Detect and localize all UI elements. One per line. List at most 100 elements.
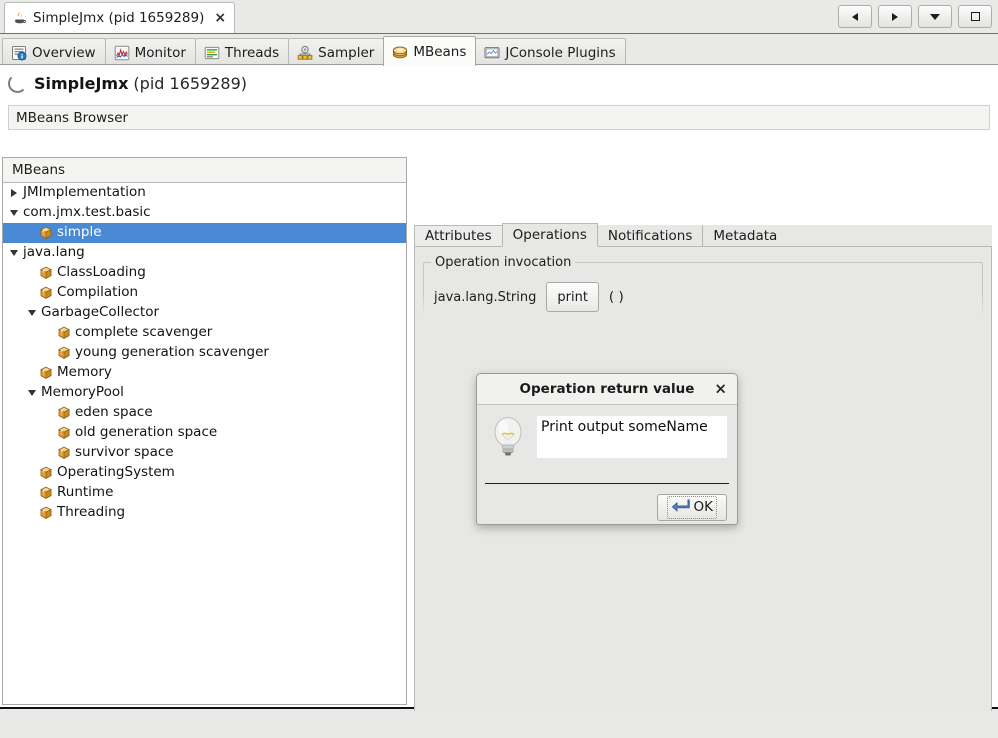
tree-node[interactable]: Memory — [3, 363, 406, 383]
document-tab-simplejmx[interactable]: SimpleJmx (pid 1659289) × — [4, 2, 236, 33]
operation-return-type: java.lang.String — [434, 289, 537, 305]
mbean-icon — [39, 486, 53, 500]
enter-key-icon — [671, 498, 690, 517]
jconsole-window: SimpleJmx (pid 1659289) × Overview Monito… — [0, 0, 998, 738]
maximize-button[interactable] — [958, 5, 992, 28]
mbean-icon — [39, 506, 53, 520]
tree-node[interactable]: MemoryPool — [3, 383, 406, 403]
dialog-ok-button[interactable]: OK — [656, 493, 727, 521]
chevron-down-icon[interactable] — [7, 210, 21, 216]
tab-label: Overview — [32, 44, 96, 61]
tree-node[interactable]: GarbageCollector — [3, 303, 406, 323]
operation-invocation-title: Operation invocation — [431, 255, 576, 270]
dropdown-button[interactable] — [918, 5, 952, 28]
vm-name: SimpleJmx — [34, 74, 129, 93]
detail-tab-attributes[interactable]: Attributes — [414, 225, 503, 247]
tab-label: MBeans — [413, 43, 467, 60]
tree-node[interactable]: eden space — [3, 403, 406, 423]
vm-header: SimpleJmx (pid 1659289) — [0, 65, 998, 102]
mbean-icon — [39, 266, 53, 280]
tree-node[interactable]: OperatingSystem — [3, 463, 406, 483]
back-button[interactable] — [838, 5, 872, 28]
tree-node-label: Threading — [57, 504, 126, 521]
detail-tab-metadata[interactable]: Metadata — [702, 225, 789, 247]
triangle-left-icon — [852, 12, 858, 21]
tree-node[interactable]: java.lang — [3, 243, 406, 263]
overview-icon — [11, 45, 27, 61]
loading-spinner-icon — [8, 74, 27, 93]
tree-node[interactable]: JMImplementation — [3, 183, 406, 203]
tree-node-label: complete scavenger — [75, 324, 213, 341]
tab-sampler[interactable]: Sampler — [288, 38, 385, 66]
dialog-message: Print output someName — [537, 416, 727, 458]
tree-node-label: old generation space — [75, 424, 218, 441]
mbean-icon — [57, 406, 71, 420]
tree-node[interactable]: survivor space — [3, 443, 406, 463]
content-panel: SimpleJmx (pid 1659289) MBeans Browser M… — [0, 64, 998, 738]
mbean-detail-tabs: Attributes Operations Notifications Metadat… — [414, 223, 992, 247]
main-tab-strip: Overview Monitor Threads Sampler MBeans JCons… — [0, 33, 998, 66]
jconsole-plugins-icon — [484, 45, 500, 61]
tree-node[interactable]: old generation space — [3, 423, 406, 443]
tree-node-label: com.jmx.test.basic — [23, 204, 151, 221]
tab-overview[interactable]: Overview — [2, 38, 106, 66]
mbean-icon — [39, 366, 53, 380]
lightbulb-icon — [489, 414, 527, 462]
dialog-separator — [485, 483, 729, 484]
tab-mbeans[interactable]: MBeans — [383, 36, 477, 66]
tab-label: Threads — [224, 44, 280, 61]
close-icon[interactable]: × — [214, 11, 226, 25]
monitor-chart-icon — [114, 45, 130, 61]
tree-node[interactable]: simple — [3, 223, 406, 243]
internal-frame-titlebar: SimpleJmx (pid 1659289) × — [0, 0, 998, 33]
mbean-icon — [57, 446, 71, 460]
tree-node[interactable]: Threading — [3, 503, 406, 523]
square-icon — [970, 12, 980, 21]
dialog-body: Print output someName — [477, 405, 737, 492]
tree-node-label: survivor space — [75, 444, 174, 461]
java-cup-icon — [12, 10, 28, 26]
detail-tab-operations[interactable]: Operations — [501, 223, 598, 247]
tree-node-label: java.lang — [23, 244, 85, 261]
vm-pid: (pid 1659289) — [133, 74, 248, 93]
operation-row: java.lang.String print ( ) — [434, 282, 972, 312]
mbeans-browser-bar: MBeans Browser — [8, 105, 990, 130]
operation-print-button[interactable]: print — [546, 282, 599, 312]
chevron-down-icon[interactable] — [7, 250, 21, 256]
mbeans-browser-label: MBeans Browser — [16, 109, 129, 126]
tree-node-label: MemoryPool — [41, 384, 124, 401]
dialog-title: Operation return value — [519, 381, 695, 397]
mbeans-tree-panel: MBeans JMImplementation com.jmx.test.basi… — [2, 157, 407, 705]
mbean-icon — [39, 226, 53, 240]
window-controls — [838, 5, 992, 28]
tab-threads[interactable]: Threads — [194, 38, 290, 66]
chevron-down-icon[interactable] — [25, 390, 39, 396]
forward-button[interactable] — [878, 5, 912, 28]
tree-node-label: GarbageCollector — [41, 304, 160, 321]
triangle-right-icon — [892, 12, 898, 21]
operation-invocation-groupbox: Operation invocation java.lang.String pr… — [423, 255, 983, 324]
tree-node[interactable]: Runtime — [3, 483, 406, 503]
operation-arguments: ( ) — [608, 289, 624, 305]
tree-node[interactable]: complete scavenger — [3, 323, 406, 343]
chevron-down-icon[interactable] — [25, 310, 39, 316]
chevron-right-icon[interactable] — [7, 189, 21, 197]
mbeans-tree-body: JMImplementation com.jmx.test.basic simpl… — [3, 183, 406, 523]
mbeans-tree-header: MBeans — [3, 158, 406, 183]
dialog-close-icon[interactable]: × — [714, 381, 727, 397]
tab-label: Monitor — [134, 44, 186, 61]
mbean-icon — [57, 426, 71, 440]
mbeans-tree-header-label: MBeans — [12, 162, 66, 178]
tab-monitor[interactable]: Monitor — [104, 38, 196, 66]
dialog-ok-label: OK — [693, 499, 713, 515]
mbean-icon — [57, 346, 71, 360]
detail-tab-notifications[interactable]: Notifications — [596, 225, 704, 247]
tree-node[interactable]: Compilation — [3, 283, 406, 303]
tab-jconsole-plugins[interactable]: JConsole Plugins — [475, 38, 626, 66]
window-frame: SimpleJmx (pid 1659289) × Overview Monito… — [0, 0, 998, 738]
tree-node[interactable]: ClassLoading — [3, 263, 406, 283]
tree-node-label: JMImplementation — [23, 184, 146, 201]
tree-node[interactable]: com.jmx.test.basic — [3, 203, 406, 223]
tree-node[interactable]: young generation scavenger — [3, 343, 406, 363]
tab-label: JConsole Plugins — [505, 44, 616, 61]
